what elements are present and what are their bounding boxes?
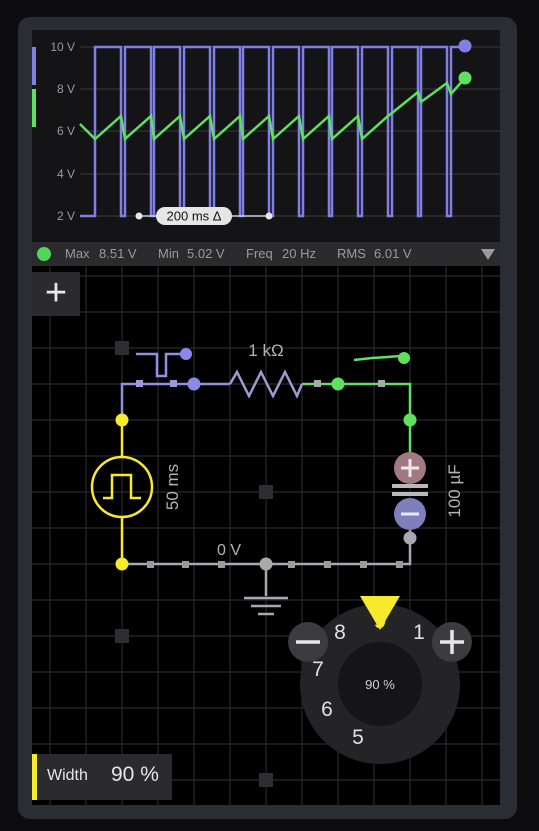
time-span-label: 200 ms Δ bbox=[167, 209, 222, 224]
dial-number-6[interactable]: 6 bbox=[321, 698, 333, 721]
scope-probe-green[interactable] bbox=[353, 352, 410, 364]
ground[interactable]: 0 V bbox=[217, 542, 288, 616]
node-resistor-left[interactable] bbox=[187, 377, 201, 391]
square-wave-endpoint bbox=[458, 39, 472, 53]
width-accent-bar bbox=[32, 754, 37, 800]
scope-tick-10v: 10 V bbox=[50, 40, 75, 54]
add-component-button[interactable]: + bbox=[32, 272, 80, 316]
freq-label: Freq bbox=[246, 246, 273, 261]
max-value: 8.51 V bbox=[99, 246, 137, 261]
scope-tick-6v: 6 V bbox=[57, 124, 75, 138]
collapse-arrow-icon[interactable] bbox=[481, 249, 495, 260]
freq-value: 20 Hz bbox=[282, 246, 316, 261]
dial-number-8[interactable]: 8 bbox=[334, 621, 346, 644]
min-label: Min bbox=[158, 246, 179, 261]
ground-voltage-label: 0 V bbox=[217, 542, 241, 559]
dial-center-value: 90 % bbox=[365, 677, 395, 692]
width-label: Width bbox=[47, 767, 88, 784]
scope-tick-4v: 4 V bbox=[57, 167, 75, 181]
width-value: 90 % bbox=[111, 763, 159, 786]
scope-probe-blue[interactable] bbox=[136, 348, 192, 378]
capacitor-label: 100 µF bbox=[445, 464, 464, 517]
scope-tick-2v: 2 V bbox=[57, 209, 75, 223]
rms-value: 6.01 V bbox=[374, 246, 412, 261]
app-screen: 10 V 8 V 6 V 4 V 2 V 200 ms Δ Max 8.51 V… bbox=[32, 30, 500, 805]
width-parameter-panel[interactable]: Width 90 % bbox=[32, 754, 172, 800]
pulse-source[interactable]: 50 ms bbox=[90, 455, 182, 519]
width-dial[interactable]: 90 % 9 1 8 7 6 5 bbox=[288, 596, 472, 764]
resistor-label: 1 kΩ bbox=[248, 341, 283, 360]
scope-accent-green bbox=[32, 89, 36, 127]
scope-view[interactable]: 10 V 8 V 6 V 4 V 2 V 200 ms Δ bbox=[32, 30, 500, 242]
node-resistor-right[interactable] bbox=[331, 377, 345, 391]
probe-status-dot[interactable] bbox=[37, 247, 51, 261]
node-capacitor-top[interactable] bbox=[403, 413, 417, 427]
scope-status-bar: Max 8.51 V Min 5.02 V Freq 20 Hz RMS 6.0… bbox=[32, 242, 500, 266]
dial-number-7[interactable]: 7 bbox=[312, 658, 324, 681]
node-source-top[interactable] bbox=[115, 413, 129, 427]
rms-label: RMS bbox=[337, 246, 366, 261]
node-ground[interactable] bbox=[259, 557, 273, 571]
dial-number-1[interactable]: 1 bbox=[413, 621, 425, 644]
source-label: 50 ms bbox=[163, 464, 182, 510]
scope-tick-8v: 8 V bbox=[57, 82, 75, 96]
circuit-drawing: 1 kΩ 50 ms 100 µF 0 V 90 % 1 8 7 6 5 bbox=[32, 266, 500, 805]
circuit-canvas[interactable]: 1 kΩ 50 ms 100 µF 0 V 90 % 1 8 7 6 5 + W… bbox=[32, 266, 500, 805]
max-label: Max bbox=[65, 246, 90, 261]
node-source-bottom[interactable] bbox=[115, 557, 129, 571]
capacitor-voltage-endpoint bbox=[458, 71, 472, 85]
min-value: 5.02 V bbox=[187, 246, 225, 261]
dial-number-5[interactable]: 5 bbox=[352, 726, 364, 749]
scope-accent-blue bbox=[32, 47, 36, 85]
plus-icon: + bbox=[44, 272, 68, 314]
dial-plus-button[interactable] bbox=[432, 622, 472, 662]
capacitor[interactable]: 100 µF bbox=[392, 426, 464, 538]
dial-minus-button[interactable] bbox=[288, 622, 328, 662]
